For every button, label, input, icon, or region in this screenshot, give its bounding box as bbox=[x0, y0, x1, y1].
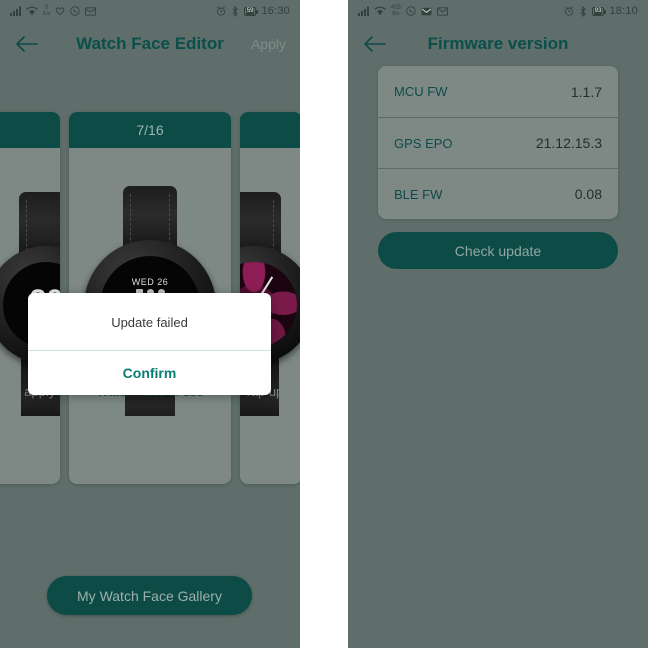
firmware-value: 0.08 bbox=[574, 186, 602, 202]
bluetooth-icon bbox=[231, 5, 239, 17]
left-phone-screen: 0 K/s 59 16:30 Watch Face Editor Apply t… bbox=[0, 0, 300, 648]
firmware-row-gps-epo[interactable]: GPS EPO 21.12.15.3 bbox=[378, 117, 618, 168]
my-watch-face-gallery-button[interactable]: My Watch Face Gallery bbox=[47, 576, 252, 615]
alarm-icon bbox=[564, 6, 574, 16]
dialog-confirm-button[interactable]: Confirm bbox=[28, 351, 271, 395]
signal-icon bbox=[10, 6, 21, 16]
back-button[interactable] bbox=[362, 31, 388, 57]
firmware-key: BLE FW bbox=[394, 186, 443, 202]
firmware-version-list: MCU FW 1.1.7 GPS EPO 21.12.15.3 BLE FW 0… bbox=[378, 66, 618, 219]
back-arrow-icon bbox=[16, 36, 38, 52]
heart-icon bbox=[55, 6, 65, 16]
right-status-bar: 455 B/s 93 18:10 bbox=[348, 0, 648, 22]
apply-button[interactable]: Apply bbox=[251, 36, 286, 52]
firmware-row-mcu[interactable]: MCU FW 1.1.7 bbox=[378, 66, 618, 117]
whatsapp-icon bbox=[406, 6, 416, 16]
update-failed-dialog: Update failed Confirm bbox=[28, 293, 271, 395]
firmware-key: MCU FW bbox=[394, 84, 448, 99]
bluetooth-icon bbox=[579, 5, 587, 17]
battery-icon: 93 bbox=[591, 6, 607, 16]
network-speed-indicator: 455 B/s bbox=[391, 5, 402, 17]
right-phone-screen: 455 B/s 93 18:10 Firmware version MCU FW… bbox=[348, 0, 648, 648]
mail-icon bbox=[85, 6, 97, 16]
watch-face-badge-next bbox=[240, 112, 300, 148]
message-icon bbox=[437, 6, 448, 16]
right-status-icons-right: 93 18:10 bbox=[564, 5, 638, 17]
left-status-icons-right: 59 16:30 bbox=[216, 5, 290, 17]
firmware-value: 1.1.7 bbox=[570, 83, 602, 100]
watch-face-index-badge: 7/16 bbox=[69, 112, 231, 148]
dialog-message: Update failed bbox=[111, 315, 188, 330]
firmware-value: 21.12.15.3 bbox=[535, 135, 602, 151]
alarm-icon bbox=[216, 6, 226, 16]
left-app-bar: Watch Face Editor Apply bbox=[0, 22, 300, 66]
back-arrow-icon bbox=[364, 36, 386, 52]
signal-icon bbox=[358, 6, 369, 16]
status-clock: 18:10 bbox=[609, 5, 638, 17]
firmware-row-ble[interactable]: BLE FW 0.08 bbox=[378, 168, 618, 219]
wifi-icon bbox=[374, 6, 386, 16]
watch-face-badge-previous bbox=[0, 112, 60, 148]
page-title: Firmware version bbox=[427, 34, 569, 53]
right-status-icons-left: 455 B/s bbox=[358, 5, 448, 17]
right-app-bar: Firmware version bbox=[348, 22, 648, 66]
wifi-icon bbox=[26, 6, 38, 16]
dual-screenshot-canvas: 0 K/s 59 16:30 Watch Face Editor Apply t… bbox=[0, 0, 648, 648]
battery-icon: 59 bbox=[243, 6, 259, 16]
mail-icon bbox=[421, 7, 432, 16]
firmware-key: GPS EPO bbox=[394, 135, 453, 151]
back-button[interactable] bbox=[14, 31, 40, 57]
left-status-icons-left: 0 K/s bbox=[10, 5, 97, 17]
whatsapp-icon bbox=[70, 6, 80, 16]
status-clock: 16:30 bbox=[261, 5, 290, 17]
check-update-button[interactable]: Check update bbox=[378, 232, 618, 269]
left-status-bar: 0 K/s 59 16:30 bbox=[0, 0, 300, 22]
network-speed-indicator: 0 K/s bbox=[43, 5, 51, 17]
